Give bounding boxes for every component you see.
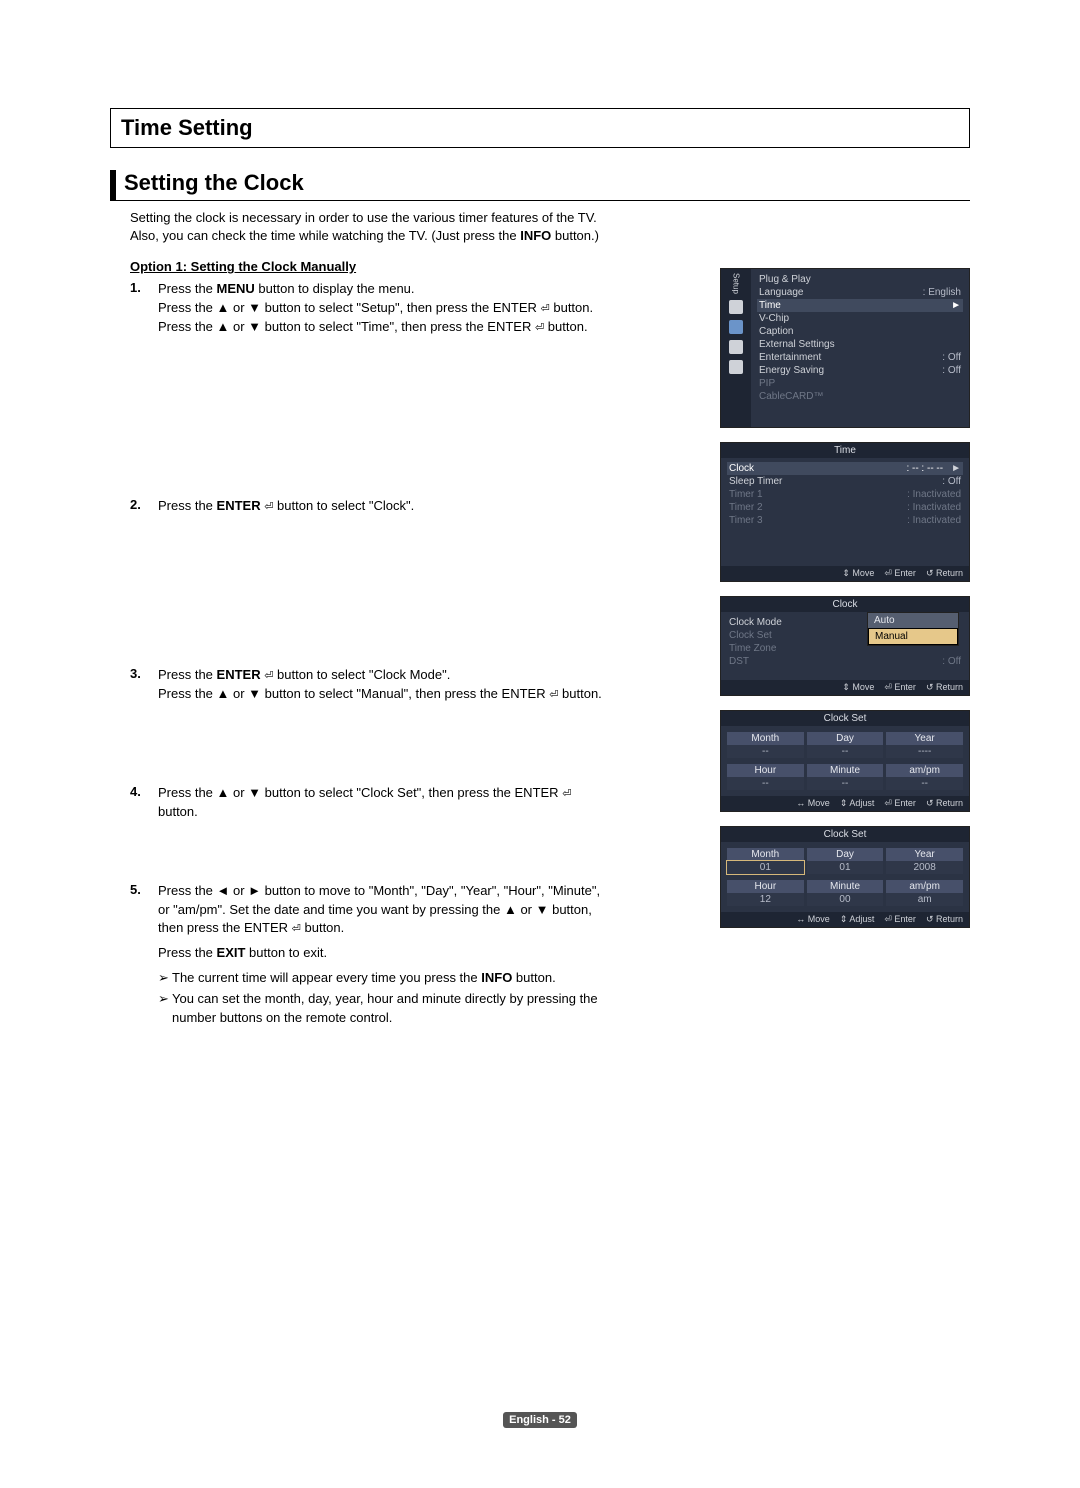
menu-row[interactable]: Caption [757,325,963,338]
menu-row[interactable]: Energy Saving: Off [757,364,963,377]
footer-hint: ⇕ Adjust [840,798,875,809]
sidebar-icon [729,300,743,314]
footer-hint: ↺ Return [926,798,963,809]
menu-row[interactable]: Entertainment: Off [757,351,963,364]
clockset-label: Minute [807,764,884,777]
menu-row[interactable]: CableCARD™ [757,390,963,403]
menu-row[interactable]: External Settings [757,338,963,351]
clockset-value[interactable]: -- [886,777,963,790]
intro-line-1: Setting the clock is necessary in order … [130,209,970,227]
clockset-label: am/pm [886,880,963,893]
enter-icon: ⏎ [535,321,544,337]
bullet-icon: ➢ [158,990,172,1009]
page-title: Time Setting [110,108,970,148]
clockset-label: am/pm [886,764,963,777]
clockset-label: Minute [807,880,884,893]
clockset-label: Day [807,732,884,745]
clockset-value[interactable]: 01 [807,861,884,874]
clockset-value[interactable]: -- [727,745,804,758]
popup-option-manual[interactable]: Manual [868,628,958,645]
step-4: 4. Press the ▲ or ▼ button to select "Cl… [130,784,610,822]
footer-hint: ↺ Return [926,682,963,693]
footer-hint: ⇕ Move [842,568,874,579]
sidebar-icon [729,320,743,334]
osd-clockset-filled: Clock Set Month01Day01Year2008 Hour12Min… [720,826,970,928]
clockset-value[interactable]: 12 [727,893,804,906]
menu-row[interactable]: V-Chip [757,312,963,325]
osd-clock-menu: Clock Auto Manual Clock ModeClock SetTim… [720,596,970,696]
footer-hint: ⇕ Move [842,682,874,693]
footer-hint: ↔ Move [796,914,830,925]
clockset-label: Year [886,848,963,861]
menu-row[interactable]: Sleep Timer: Off [727,475,963,488]
osd-clockset-blank: Clock Set Month--Day--Year---- Hour--Min… [720,710,970,812]
clockset-value[interactable]: 2008 [886,861,963,874]
clockset-label: Hour [727,764,804,777]
bullet-icon: ➢ [158,969,172,988]
sidebar-icon [729,360,743,374]
menu-row[interactable]: Time► [757,299,963,312]
osd-time-menu: Time Clock: -- : -- --►Sleep Timer: OffT… [720,442,970,582]
clockset-value[interactable]: 00 [807,893,884,906]
footer-hint: ↔ Move [796,798,830,809]
clockset-value[interactable]: ---- [886,745,963,758]
menu-row[interactable]: Timer 1: Inactivated [727,488,963,501]
footer-hint: ⏎ Enter [884,798,916,809]
clockset-value[interactable]: 01 [727,861,804,874]
section-title: Setting the Clock [110,170,970,201]
clockset-label: Month [727,848,804,861]
osd-setup-menu: Setup Plug & PlayLanguage: EnglishTime►V… [720,268,970,428]
sidebar-icon [729,340,743,354]
clock-mode-popup[interactable]: Auto Manual [867,612,959,646]
clockset-value[interactable]: -- [807,777,884,790]
step-2: 2. Press the ENTER ⏎ button to select "C… [130,497,610,516]
page-footer: English - 52 [480,1410,600,1428]
footer-hint: ⏎ Enter [884,914,916,925]
menu-row[interactable]: Timer 3: Inactivated [727,514,963,527]
footer-hint: ⏎ Enter [884,568,916,579]
popup-option-auto[interactable]: Auto [868,613,958,628]
clockset-label: Hour [727,880,804,893]
footer-hint: ↺ Return [926,914,963,925]
chevron-right-icon: ► [951,463,961,474]
enter-icon: ⏎ [562,787,571,803]
enter-icon: ⏎ [541,302,550,318]
footer-hint: ⏎ Enter [884,682,916,693]
clockset-label: Year [886,732,963,745]
footer-hint: ⇕ Adjust [840,914,875,925]
footer-hint: ↺ Return [926,568,963,579]
step-3: 3. Press the ENTER ⏎ button to select "C… [130,666,610,704]
clockset-label: Month [727,732,804,745]
menu-row[interactable]: Language: English [757,286,963,299]
intro-line-2: Also, you can check the time while watch… [130,227,970,245]
menu-row[interactable]: Clock: -- : -- --► [727,462,963,475]
menu-row[interactable]: Timer 2: Inactivated [727,501,963,514]
menu-row[interactable]: DST: Off [727,655,963,668]
step-5: 5. Press the ◄ or ► button to move to "M… [130,882,610,1028]
menu-row[interactable]: Plug & Play [757,273,963,286]
clockset-value[interactable]: -- [807,745,884,758]
setup-side-label: Setup [732,273,741,294]
menu-row[interactable]: PIP [757,377,963,390]
enter-icon: ⏎ [292,922,301,938]
clockset-value[interactable]: -- [727,777,804,790]
clockset-label: Day [807,848,884,861]
step-1: 1. Press the MENU button to display the … [130,280,610,337]
clockset-value[interactable]: am [886,893,963,906]
